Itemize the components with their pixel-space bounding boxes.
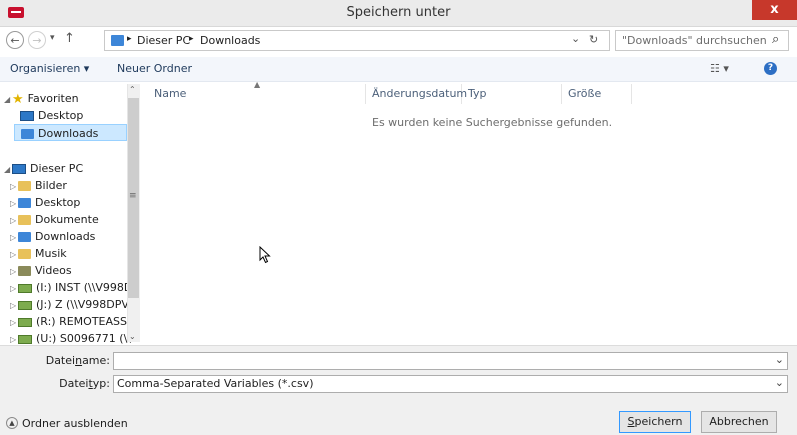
nav-pc-downloads[interactable]: ▷ Downloads (10, 228, 95, 245)
address-dropdown-icon[interactable]: ⌄ (571, 32, 580, 45)
help-icon[interactable]: ? (764, 62, 777, 75)
network-drive-icon (18, 300, 32, 310)
column-header-type[interactable]: Typ (462, 84, 562, 104)
nav-pc-dokumente[interactable]: ▷ Dokumente (10, 211, 99, 228)
downloads-folder-icon (111, 35, 124, 46)
nav-pc-desktop[interactable]: ▷ Desktop (10, 194, 80, 211)
scroll-up-icon[interactable]: ⌃ (129, 85, 136, 94)
filename-label: Dateiname: (45, 354, 110, 367)
expand-arrow-icon[interactable]: ▷ (10, 263, 18, 280)
save-button[interactable]: Speichern (619, 411, 691, 433)
downloads-folder-icon (21, 129, 34, 139)
search-icon[interactable]: ⌕ (772, 32, 779, 47)
expand-arrow-icon[interactable]: ▷ (10, 195, 18, 212)
expand-arrow-icon[interactable]: ▷ (10, 331, 18, 344)
filetype-select[interactable]: Comma-Separated Variables (*.csv) ⌄ (113, 375, 788, 393)
expand-arrow-icon[interactable]: ▷ (10, 212, 18, 229)
star-icon: ★ (12, 91, 24, 107)
breadcrumb-downloads[interactable]: Downloads (200, 34, 260, 47)
mouse-cursor-icon (259, 246, 271, 264)
breadcrumb-separator: ▸ (189, 34, 194, 44)
search-input[interactable]: "Downloads" durchsuchen ⌕ (615, 30, 789, 51)
computer-icon (12, 164, 26, 174)
nav-fav-desktop[interactable]: Desktop (20, 107, 83, 124)
column-header-size[interactable]: Größe (562, 84, 632, 104)
pictures-folder-icon (18, 181, 31, 191)
empty-list-message: Es wurden keine Suchergebnisse gefunden. (372, 116, 613, 129)
scroll-down-icon[interactable]: ⌄ (129, 332, 136, 341)
videos-folder-icon (18, 266, 31, 276)
nav-drive-u[interactable]: ▷ (U:) S0096771 (\\ (10, 330, 131, 344)
search-placeholder: "Downloads" durchsuchen (622, 34, 767, 47)
expand-arrow-icon[interactable]: ◢ (4, 91, 12, 108)
new-folder-button[interactable]: Neuer Ordner (117, 62, 192, 75)
address-bar[interactable]: ▸ Dieser PC ▸ Downloads ⌄ ↻ (104, 30, 610, 51)
nav-this-pc[interactable]: ◢ Dieser PC (4, 160, 83, 177)
expand-arrow-icon[interactable]: ▷ (10, 178, 18, 195)
title-bar: Speichern unter x (0, 0, 797, 27)
nav-pc-musik[interactable]: ▷ Musik (10, 245, 67, 262)
save-form: Dateiname: ⌄ Dateityp: Comma-Separated V… (0, 345, 797, 435)
breadcrumb-separator: ▸ (127, 34, 132, 44)
nav-pc-bilder[interactable]: ▷ Bilder (10, 177, 67, 194)
organize-menu[interactable]: Organisieren ▾ (10, 62, 89, 75)
nav-drive-j[interactable]: ▷ (J:) Z (\\V998DPV (10, 296, 129, 313)
expand-arrow-icon[interactable]: ◢ (4, 161, 12, 178)
hide-folders-button[interactable]: Ordner ausblenden (22, 417, 128, 430)
expand-arrow-icon[interactable]: ▷ (10, 297, 18, 314)
network-drive-icon (18, 283, 32, 293)
desktop-icon (20, 111, 34, 121)
music-folder-icon (18, 249, 31, 259)
nav-pc-videos[interactable]: ▷ Videos (10, 262, 72, 279)
nav-drive-i[interactable]: ▷ (I:) INST (\\V998D (10, 279, 132, 296)
forward-button[interactable]: → (28, 31, 46, 49)
filename-input[interactable]: ⌄ (113, 352, 788, 370)
view-options-icon[interactable]: ☷ ▾ (710, 62, 729, 75)
navigation-pane: ◢ ★ Favoriten Desktop Downloads ◢ Dieser PC… (0, 82, 140, 345)
up-button[interactable]: ↑ (64, 31, 75, 46)
close-button[interactable]: x (752, 0, 797, 20)
documents-folder-icon (18, 215, 31, 225)
nav-fav-downloads[interactable]: Downloads (14, 124, 127, 141)
chevron-down-icon[interactable]: ⌄ (775, 375, 784, 391)
cancel-button[interactable]: Abbrechen (701, 411, 777, 433)
command-bar: Organisieren ▾ Neuer Ordner ☷ ▾ ? (0, 57, 797, 82)
back-button[interactable]: ← (6, 31, 24, 49)
expand-arrow-icon[interactable]: ▷ (10, 280, 18, 297)
expand-arrow-icon[interactable]: ▷ (10, 314, 18, 331)
nav-favorites[interactable]: ◢ ★ Favoriten (4, 90, 79, 107)
nav-drive-r[interactable]: ▷ (R:) REMOTEASSI (10, 313, 130, 330)
expand-arrow-icon[interactable]: ▷ (10, 229, 18, 246)
desktop-folder-icon (18, 198, 31, 208)
column-header-modified[interactable]: Änderungsdatum (366, 84, 467, 104)
scroll-grip-icon: ≡ (129, 191, 137, 201)
sort-arrow-icon: ▲ (254, 80, 261, 89)
network-drive-icon (18, 317, 32, 327)
filetype-label: Dateityp: (59, 377, 110, 390)
refresh-icon[interactable]: ↻ (589, 33, 598, 46)
collapse-icon[interactable]: ▲ (6, 417, 18, 429)
expand-arrow-icon[interactable]: ▷ (10, 246, 18, 263)
downloads-folder-icon (18, 232, 31, 242)
network-drive-icon (18, 334, 32, 344)
window-title: Speichern unter (346, 5, 451, 20)
history-dropdown[interactable]: ▾ (50, 33, 55, 43)
chevron-down-icon[interactable]: ⌄ (775, 352, 784, 368)
breadcrumb-dieser-pc[interactable]: Dieser PC (137, 34, 190, 47)
